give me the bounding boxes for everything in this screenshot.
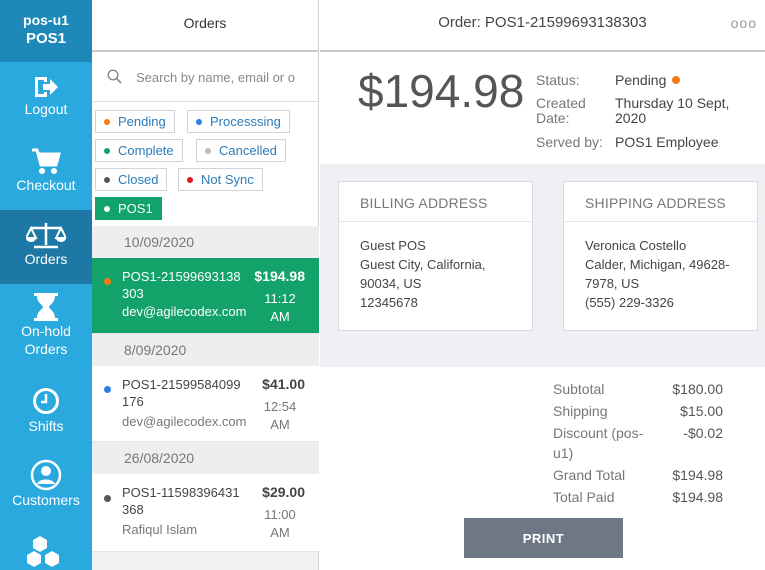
cart-icon [32,148,61,174]
order-row[interactable]: POS1-11598396431368 Rafiqul Islam $29.00… [92,474,319,552]
sidebar-item-customers[interactable]: Customers [0,454,92,528]
created-date-value: Thursday 10 Sept, 2020 [615,95,730,126]
clock-icon [33,388,59,414]
order-row[interactable]: POS1-21599584099176 dev@agilecodex.com $… [92,366,319,442]
sidebar-item-orders[interactable]: Orders [0,210,92,284]
sidebar-item-shifts[interactable]: Shifts [0,380,92,454]
order-customer: Rafiqul Islam [122,522,198,537]
sidebar: pos-u1 POS1 Logout Checkout Orders On-ho… [0,0,92,570]
logout-icon [35,77,58,97]
order-email: dev@agilecodex.com [122,304,247,319]
scales-icon [26,223,66,249]
order-time: 11:12 AM [264,291,296,324]
status-dot-icon [104,386,111,393]
date-group-header: 10/09/2020 [92,226,319,258]
sidebar-item-products[interactable] [0,528,92,570]
search-input[interactable] [136,66,306,88]
order-detail-panel: Order: POS1-21599693138303 ooo $194.98 S… [320,0,765,570]
status-dot-icon [104,495,111,502]
order-number: POS1-11598396431368 [122,485,240,517]
print-button[interactable]: PRINT [464,518,623,558]
filter-complete[interactable]: Complete [95,139,183,162]
status-value: Pending [615,73,681,88]
user-name: pos-u1 [23,12,69,28]
order-email: dev@agilecodex.com [122,414,247,429]
orders-list-panel: Orders Pending Processsing Complete Canc… [92,0,319,570]
more-options-icon[interactable]: ooo [731,0,757,46]
filter-pos1[interactable]: POS1 [95,197,162,220]
order-summary: $194.98 Status: Pending Created Date: Th… [320,52,765,164]
filter-closed[interactable]: Closed [95,168,168,191]
order-totals: Subtotal $180.00 Shipping $15.00 Discoun… [320,367,765,570]
shipping-address-card: SHIPPING ADDRESS Veronica Costello Calde… [563,181,758,331]
pending-dot-icon [104,119,110,125]
processing-dot-icon [196,119,202,125]
order-total-amount: $194.98 [358,65,525,117]
orders-list-title: Orders [92,0,318,52]
order-time: 11:00 AM [264,507,296,540]
register-name: POS1 [25,30,67,47]
complete-dot-icon [104,148,110,154]
order-detail-header: Order: POS1-21599693138303 ooo [320,0,765,52]
sidebar-item-checkout[interactable]: Checkout [0,136,92,210]
status-dot-icon [104,278,111,285]
order-amount: $194.98 [254,268,305,284]
filter-pending[interactable]: Pending [95,110,175,133]
date-group-header: 26/08/2020 [92,442,319,474]
filter-processing[interactable]: Processsing [187,110,290,133]
pending-status-dot-icon [672,76,681,84]
register-header: pos-u1 POS1 [0,0,92,62]
user-icon [30,459,62,491]
order-amount: $41.00 [262,376,305,392]
filter-cancelled[interactable]: Cancelled [196,139,286,162]
cancelled-dot-icon [205,148,211,154]
billing-address-body: Guest POS Guest City, California, 90034,… [360,238,486,310]
status-filters: Pending Processsing Complete Cancelled C… [92,102,318,227]
served-by-label: Served by: [536,134,603,150]
not-sync-dot-icon [187,177,193,183]
order-row[interactable]: POS1-21599693138303 dev@agilecodex.com $… [92,258,319,334]
sidebar-item-on-hold-orders[interactable]: On-hold Orders [0,284,92,364]
shipping-address-title: SHIPPING ADDRESS [564,182,757,222]
closed-dot-icon [104,177,110,183]
shipping-address-body: Veronica Costello Calder, Michigan, 4962… [585,238,730,310]
hourglass-icon [34,293,58,321]
created-date-label: Created Date: [536,95,586,126]
order-amount: $29.00 [262,484,305,500]
order-number: POS1-21599584099176 [122,377,241,409]
boxes-icon [27,536,59,567]
search-icon [107,69,122,84]
pos1-dot-icon [104,206,110,212]
filter-not-sync[interactable]: Not Sync [178,168,263,191]
order-detail-title: Order: POS1-21599693138303 [438,14,647,31]
order-time: 12:54 AM [263,399,297,432]
status-label: Status: [536,72,580,88]
billing-address-card: BILLING ADDRESS Guest POS Guest City, Ca… [338,181,533,331]
billing-address-title: BILLING ADDRESS [339,182,532,222]
date-group-header: 8/09/2020 [92,334,319,366]
discount-row: Discount (pos- u1) -$0.02 [553,425,723,461]
served-by-value: POS1 Employee [615,134,719,150]
sidebar-item-logout[interactable]: Logout [0,62,92,136]
search-bar [92,52,318,102]
order-number: POS1-21599693138303 [122,269,241,301]
